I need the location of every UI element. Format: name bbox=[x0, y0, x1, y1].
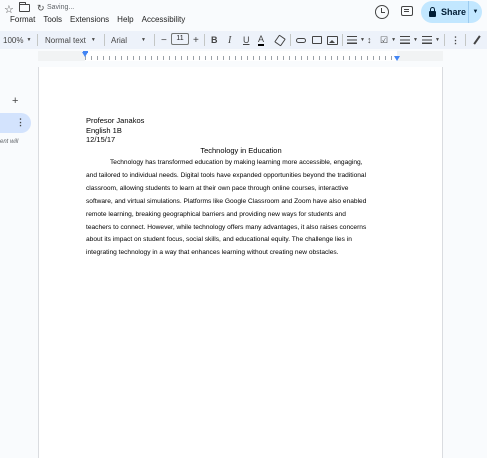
zoom-value: 100% bbox=[3, 35, 24, 45]
chevron-down-icon: ▼ bbox=[90, 37, 96, 43]
ruler-left-margin bbox=[38, 51, 85, 61]
paragraph-line: classroom, allowing students to learn at… bbox=[86, 184, 349, 192]
checklist-icon: ☑ bbox=[380, 34, 389, 45]
line-spacing-icon: ↕ bbox=[367, 35, 372, 45]
align-left-icon bbox=[347, 36, 357, 44]
more-options-button[interactable]: ⋮ bbox=[451, 31, 460, 49]
menu-extensions[interactable]: Extensions bbox=[66, 15, 113, 27]
bold-button[interactable]: B bbox=[211, 31, 218, 49]
document-title: Technology in Education bbox=[200, 145, 282, 155]
menu-format[interactable]: Format bbox=[6, 15, 39, 27]
chevron-down-icon: ▼ bbox=[435, 37, 440, 43]
chevron-down-icon: ▼ bbox=[413, 37, 418, 43]
highlight-button[interactable] bbox=[274, 31, 286, 49]
toolbar-divider bbox=[290, 34, 291, 46]
add-comment-icon bbox=[312, 36, 322, 44]
italic-button[interactable]: I bbox=[228, 31, 231, 49]
header-line: English 1B bbox=[86, 125, 122, 135]
chevron-down-icon: ▼ bbox=[360, 37, 365, 43]
link-icon bbox=[296, 37, 306, 43]
bulleted-list-icon bbox=[400, 36, 410, 44]
paragraph-line: integrating technology in a way that enh… bbox=[86, 249, 339, 257]
checklist-button[interactable]: ☑ ▼ bbox=[380, 31, 396, 49]
body-paragraph: Technology has transformed education by … bbox=[86, 157, 396, 260]
add-tab-icon[interactable]: + bbox=[12, 95, 18, 107]
insert-image-button[interactable] bbox=[327, 31, 338, 49]
header-line: 12/15/17 bbox=[86, 135, 116, 144]
toolbar-divider bbox=[154, 34, 155, 46]
sync-icon: ↻ bbox=[37, 3, 45, 13]
menu-tools[interactable]: Tools bbox=[39, 15, 66, 27]
bulleted-list-button[interactable]: ▼ bbox=[400, 31, 418, 49]
version-history-icon[interactable] bbox=[375, 5, 389, 19]
numbered-list-button[interactable]: ▼ bbox=[422, 31, 440, 49]
title-bar: ☆ ↻ Saving... Format Tools Extensions He… bbox=[0, 0, 487, 30]
save-status: Saving... bbox=[47, 4, 75, 11]
font-size-input[interactable]: 11 bbox=[171, 33, 189, 45]
paragraph-line: remote learning, breaking geographical b… bbox=[86, 210, 346, 218]
menu-accessibility[interactable]: Accessibility bbox=[138, 15, 190, 27]
menu-bar: Format Tools Extensions Help Accessibili… bbox=[6, 15, 189, 27]
ruler-right-margin bbox=[397, 51, 443, 61]
paragraph-line: teachers to connect. However, while tech… bbox=[86, 223, 367, 231]
increase-font-size-button[interactable]: + bbox=[193, 31, 199, 49]
toolbar-divider bbox=[104, 34, 105, 46]
style-value: Normal text bbox=[45, 35, 86, 45]
document-body[interactable]: Profesor Janakos English 1B 12/15/17 Tec… bbox=[86, 116, 396, 260]
toolbar-divider bbox=[37, 34, 38, 46]
font-select[interactable]: Arial ▼ bbox=[111, 31, 146, 49]
paragraph-line: software, and virtual simulations. Platf… bbox=[86, 197, 367, 205]
share-control: Share ▼ bbox=[421, 1, 482, 23]
paragraph-line: about its impact on student focus, socia… bbox=[86, 236, 352, 244]
paragraph-line: Technology has transformed education by … bbox=[110, 159, 363, 166]
comments-icon[interactable] bbox=[401, 6, 413, 16]
image-icon bbox=[327, 35, 338, 45]
toolbar-divider bbox=[465, 34, 466, 46]
text-color-button[interactable]: A bbox=[258, 33, 265, 47]
share-dropdown-icon[interactable]: ▼ bbox=[469, 9, 482, 15]
chevron-down-icon: ▼ bbox=[391, 37, 397, 43]
line-spacing-button[interactable]: ↕ bbox=[367, 31, 372, 49]
share-label: Share bbox=[441, 7, 467, 17]
right-indent-marker[interactable] bbox=[394, 56, 400, 61]
toolbar-divider bbox=[444, 34, 445, 46]
left-indent-marker[interactable] bbox=[82, 52, 88, 57]
share-button[interactable]: Share bbox=[421, 1, 469, 23]
paragraph-line: and tailored to individual needs. Digita… bbox=[86, 171, 367, 179]
numbered-list-icon bbox=[422, 36, 432, 44]
more-vertical-icon: ⋮ bbox=[451, 34, 460, 45]
chevron-down-icon: ▼ bbox=[26, 37, 32, 43]
chevron-down-icon: ▼ bbox=[141, 37, 146, 43]
menu-help[interactable]: Help bbox=[113, 15, 137, 27]
underline-button[interactable]: U bbox=[243, 31, 250, 49]
lock-icon bbox=[429, 6, 436, 17]
align-button[interactable]: ▼ bbox=[347, 31, 365, 49]
toolbar-divider bbox=[204, 34, 205, 46]
scrollbar[interactable] bbox=[482, 60, 487, 458]
header-line: Profesor Janakos bbox=[86, 116, 145, 125]
folder-icon[interactable] bbox=[19, 2, 30, 12]
insert-comment-button[interactable] bbox=[312, 31, 322, 49]
insert-link-button[interactable] bbox=[296, 31, 306, 49]
decrease-font-size-button[interactable]: − bbox=[161, 31, 167, 49]
tab-more-icon[interactable]: ⋮ bbox=[16, 118, 25, 127]
ruler-ticks bbox=[85, 56, 397, 60]
font-value: Arial bbox=[111, 35, 128, 45]
zoom-select[interactable]: 100% ▼ bbox=[3, 31, 31, 49]
editing-mode-button[interactable] bbox=[473, 31, 481, 49]
text-color-icon: A bbox=[258, 33, 265, 46]
toolbar-divider bbox=[342, 34, 343, 46]
style-select[interactable]: Normal text ▼ bbox=[45, 31, 96, 49]
sidebar-cut-text: ent will bbox=[0, 139, 19, 145]
